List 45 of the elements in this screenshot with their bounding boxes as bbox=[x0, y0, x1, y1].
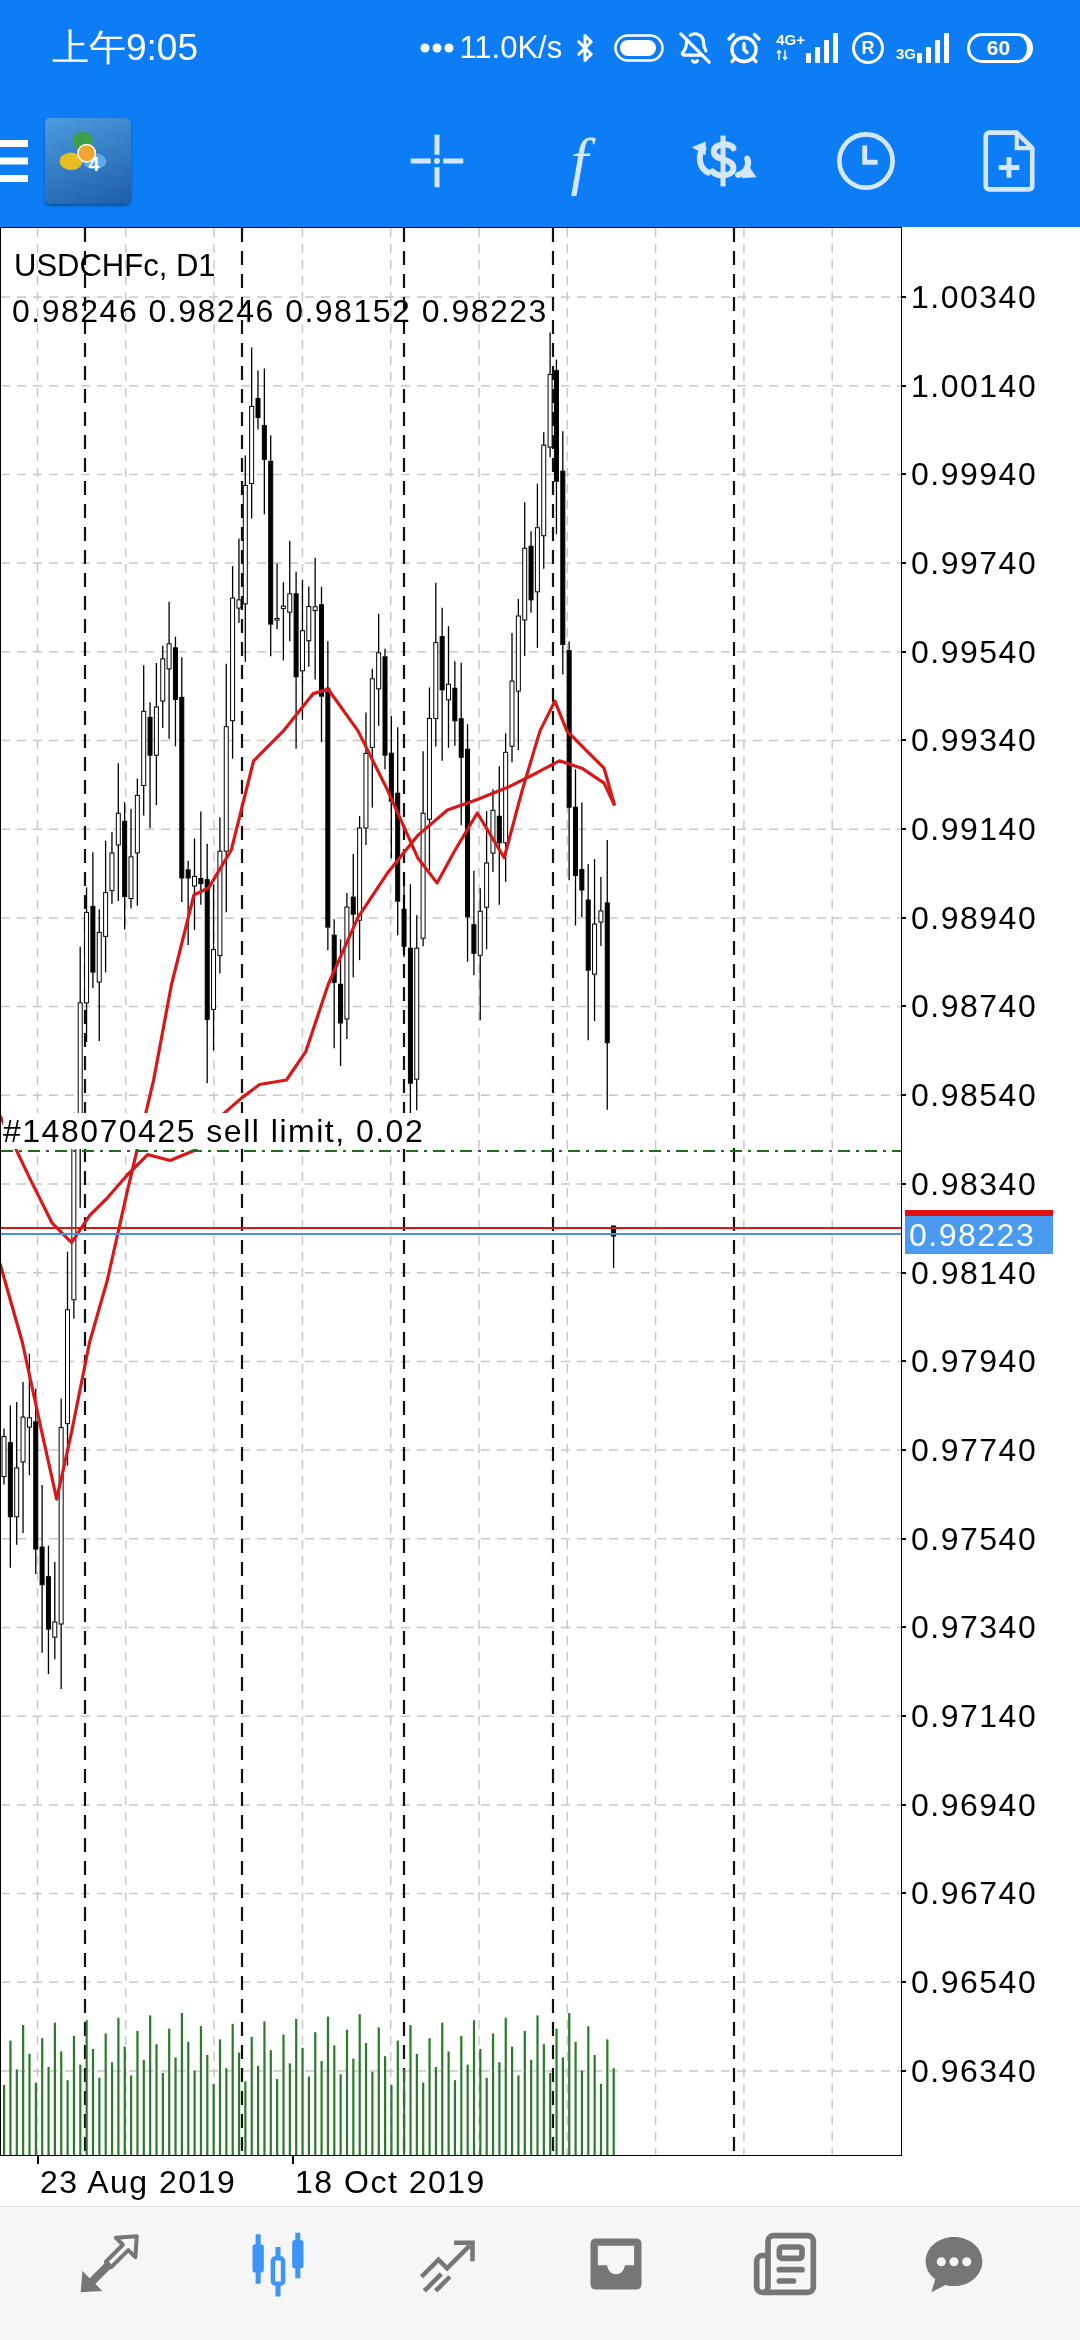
price-axis-label: 0.97540 bbox=[911, 1520, 1038, 1557]
chart-symbol: USDCHFc, D1 bbox=[14, 248, 216, 284]
capsule-icon bbox=[614, 33, 665, 62]
logo-number: 4 bbox=[87, 152, 101, 176]
price-axis-label: 1.00140 bbox=[911, 367, 1038, 404]
network-type-label: 3G bbox=[896, 45, 916, 61]
ohlc-values: 0.98246 0.98246 0.98152 0.98223 bbox=[12, 293, 548, 329]
price-axis-label: 0.99740 bbox=[911, 545, 1038, 582]
network-type-label: 4G+ bbox=[776, 32, 805, 47]
clock-time: 上午9:05 bbox=[52, 29, 198, 66]
price-axis-label: 0.97340 bbox=[911, 1609, 1038, 1646]
battery-indicator: 60 bbox=[967, 32, 1033, 63]
price-axis-label: 0.98340 bbox=[911, 1165, 1038, 1202]
signal-bars-icon bbox=[917, 32, 951, 63]
clock-icon bbox=[834, 130, 897, 192]
price-axis-label: 0.97140 bbox=[911, 1698, 1038, 1734]
price-axis-label: 0.96340 bbox=[911, 2052, 1038, 2089]
price-axis-label: 0.97740 bbox=[911, 1431, 1038, 1468]
price-axis-label: 0.98140 bbox=[911, 1254, 1038, 1291]
function-button[interactable]: f bbox=[556, 127, 603, 195]
price-axis-label: 0.99540 bbox=[911, 633, 1038, 670]
price-axis-label: 0.96540 bbox=[911, 1964, 1038, 2001]
price-axis-label: 0.98540 bbox=[911, 1077, 1038, 1114]
menu-icon bbox=[0, 140, 28, 182]
signal-bars-icon bbox=[806, 33, 840, 63]
file-plus-icon bbox=[982, 130, 1035, 192]
date-axis-label: 18 Oct 2019 bbox=[295, 2164, 486, 2202]
price-axis-label: 0.99940 bbox=[911, 456, 1038, 493]
current-price-label: 0.98223 bbox=[905, 1216, 1053, 1254]
price-axis-label: 1.00340 bbox=[911, 279, 1038, 315]
price-axis-label: 0.98940 bbox=[911, 899, 1038, 936]
price-axis-label: 0.99140 bbox=[911, 811, 1038, 848]
ellipsis-icon bbox=[420, 42, 455, 53]
price-axis-label: 0.97940 bbox=[911, 1343, 1038, 1380]
roaming-indicator: R bbox=[852, 31, 884, 64]
bell-off-icon bbox=[678, 30, 713, 65]
date-axis-label: 23 Aug 2019 bbox=[40, 2164, 237, 2202]
price-axis-label: 0.99340 bbox=[911, 722, 1038, 759]
price-axis-label: 0.96940 bbox=[911, 1786, 1038, 1823]
data-arrows-icon bbox=[776, 49, 789, 61]
order-label: #148070425 sell limit, 0.02 bbox=[3, 1113, 425, 1149]
price-axis-label: 0.98740 bbox=[911, 988, 1038, 1025]
menu-button[interactable] bbox=[0, 140, 28, 182]
network-speed: 11.0K/s bbox=[459, 32, 563, 63]
price-axis-label: 0.96740 bbox=[911, 1875, 1038, 1912]
